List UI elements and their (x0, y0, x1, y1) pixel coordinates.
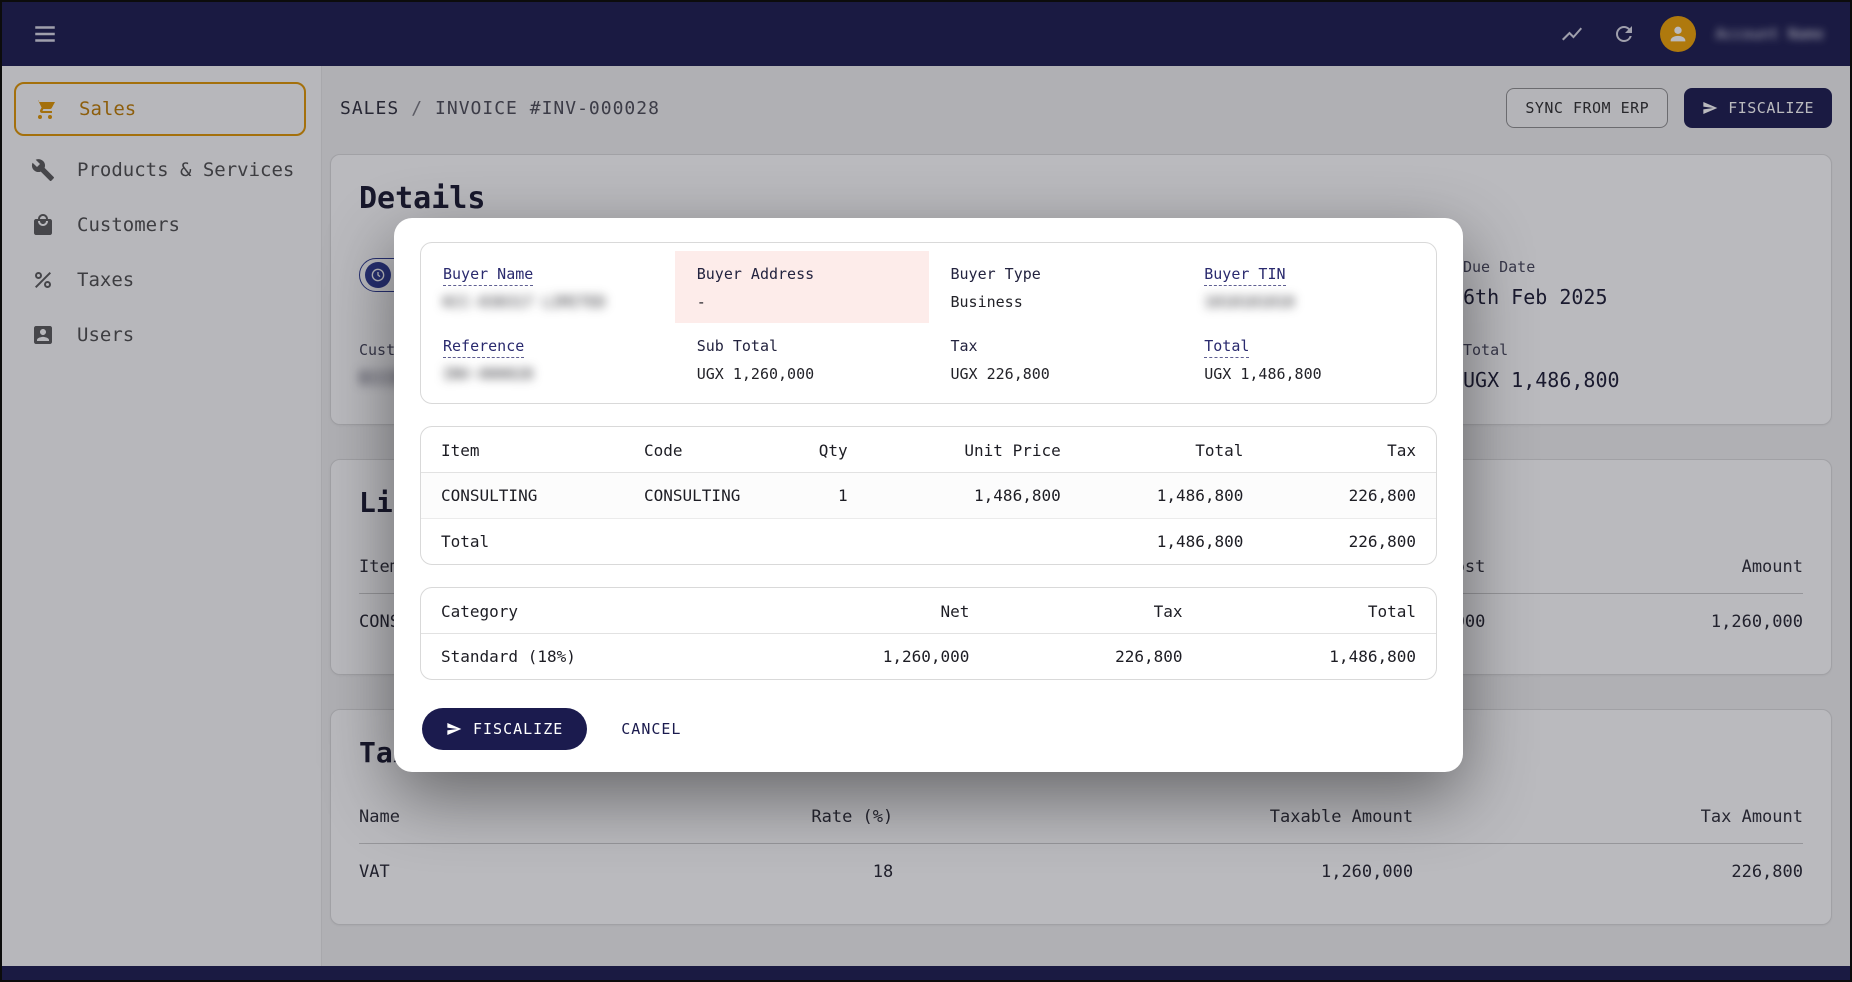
net-cell: 1,260,000 (786, 634, 989, 680)
fiscalize-confirm-button-label: FISCALIZE (473, 720, 563, 738)
buyer-address-label: Buyer Address (697, 265, 907, 283)
total-row: Total 1,486,800 226,800 (421, 519, 1436, 565)
sub-total-label: Sub Total (697, 337, 907, 355)
col-qty: Qty (766, 427, 868, 473)
code-cell: CONSULTING (624, 473, 766, 519)
modal-category-table: Category Net Tax Total Standard (18%) 1,… (421, 588, 1436, 679)
buyer-type-label: Buyer Type (951, 265, 1161, 283)
reference-label: Reference (443, 337, 524, 358)
fiscalize-modal: Buyer Name KCC-030317 LIMITED Buyer Addr… (394, 218, 1463, 772)
table-row: Standard (18%) 1,260,000 226,800 1,486,8… (421, 634, 1436, 680)
tax-value: UGX 226,800 (951, 365, 1161, 383)
cancel-button[interactable]: CANCEL (617, 712, 685, 746)
modal-total-value: UGX 1,486,800 (1204, 365, 1414, 383)
table-header-row: Category Net Tax Total (421, 588, 1436, 634)
buyer-tin-label: Buyer TIN (1204, 265, 1285, 286)
buyer-name-value: KCC-030317 LIMITED (443, 293, 653, 311)
tax-label: Tax (951, 337, 1161, 355)
col-item: Item (421, 427, 624, 473)
col-code: Code (624, 427, 766, 473)
invoice-summary-box: Buyer Name KCC-030317 LIMITED Buyer Addr… (420, 242, 1437, 404)
tax-field: Tax UGX 226,800 (929, 323, 1183, 395)
col-total: Total (1081, 427, 1264, 473)
table-header-row: Item Code Qty Unit Price Total Tax (421, 427, 1436, 473)
unit-price-cell: 1,486,800 (868, 473, 1081, 519)
buyer-type-field: Buyer Type Business (929, 251, 1183, 323)
buyer-tin-field: Buyer TIN 1010101010 (1182, 251, 1436, 323)
total-cell: 1,486,800 (1081, 473, 1264, 519)
empty-cell (766, 519, 868, 565)
total-row-total: 1,486,800 (1081, 519, 1264, 565)
modal-items-table: Item Code Qty Unit Price Total Tax CONSU… (421, 427, 1436, 564)
col-total: Total (1203, 588, 1436, 634)
table-row: CONSULTING CONSULTING 1 1,486,800 1,486,… (421, 473, 1436, 519)
empty-cell (624, 519, 766, 565)
send-icon (446, 721, 462, 737)
buyer-name-label: Buyer Name (443, 265, 533, 286)
empty-cell (868, 519, 1081, 565)
sub-total-value: UGX 1,260,000 (697, 365, 907, 383)
tax-cell: 226,800 (1263, 473, 1436, 519)
item-cell: CONSULTING (421, 473, 624, 519)
modal-category-box: Category Net Tax Total Standard (18%) 1,… (420, 587, 1437, 680)
category-cell: Standard (18%) (421, 634, 786, 680)
col-net: Net (786, 588, 989, 634)
buyer-name-field: Buyer Name KCC-030317 LIMITED (421, 251, 675, 323)
qty-cell: 1 (766, 473, 868, 519)
sub-total-field: Sub Total UGX 1,260,000 (675, 323, 929, 395)
modal-actions: FISCALIZE CANCEL (422, 708, 1437, 750)
app-window: Account Name Sales Products & Services C… (0, 0, 1852, 982)
col-tax: Tax (989, 588, 1202, 634)
buyer-address-value: - (697, 293, 907, 311)
tax-cell: 226,800 (989, 634, 1202, 680)
total-row-label: Total (421, 519, 624, 565)
modal-items-box: Item Code Qty Unit Price Total Tax CONSU… (420, 426, 1437, 565)
total-row-tax: 226,800 (1263, 519, 1436, 565)
fiscalize-confirm-button[interactable]: FISCALIZE (422, 708, 587, 750)
reference-value: INV-000028 (443, 365, 653, 383)
modal-total-label: Total (1204, 337, 1249, 358)
buyer-tin-value: 1010101010 (1204, 293, 1414, 311)
col-category: Category (421, 588, 786, 634)
buyer-type-value: Business (951, 293, 1161, 311)
col-unit-price: Unit Price (868, 427, 1081, 473)
col-tax: Tax (1263, 427, 1436, 473)
modal-total-field: Total UGX 1,486,800 (1182, 323, 1436, 395)
total-cell: 1,486,800 (1203, 634, 1436, 680)
reference-field: Reference INV-000028 (421, 323, 675, 395)
buyer-address-field: Buyer Address - (675, 251, 929, 323)
